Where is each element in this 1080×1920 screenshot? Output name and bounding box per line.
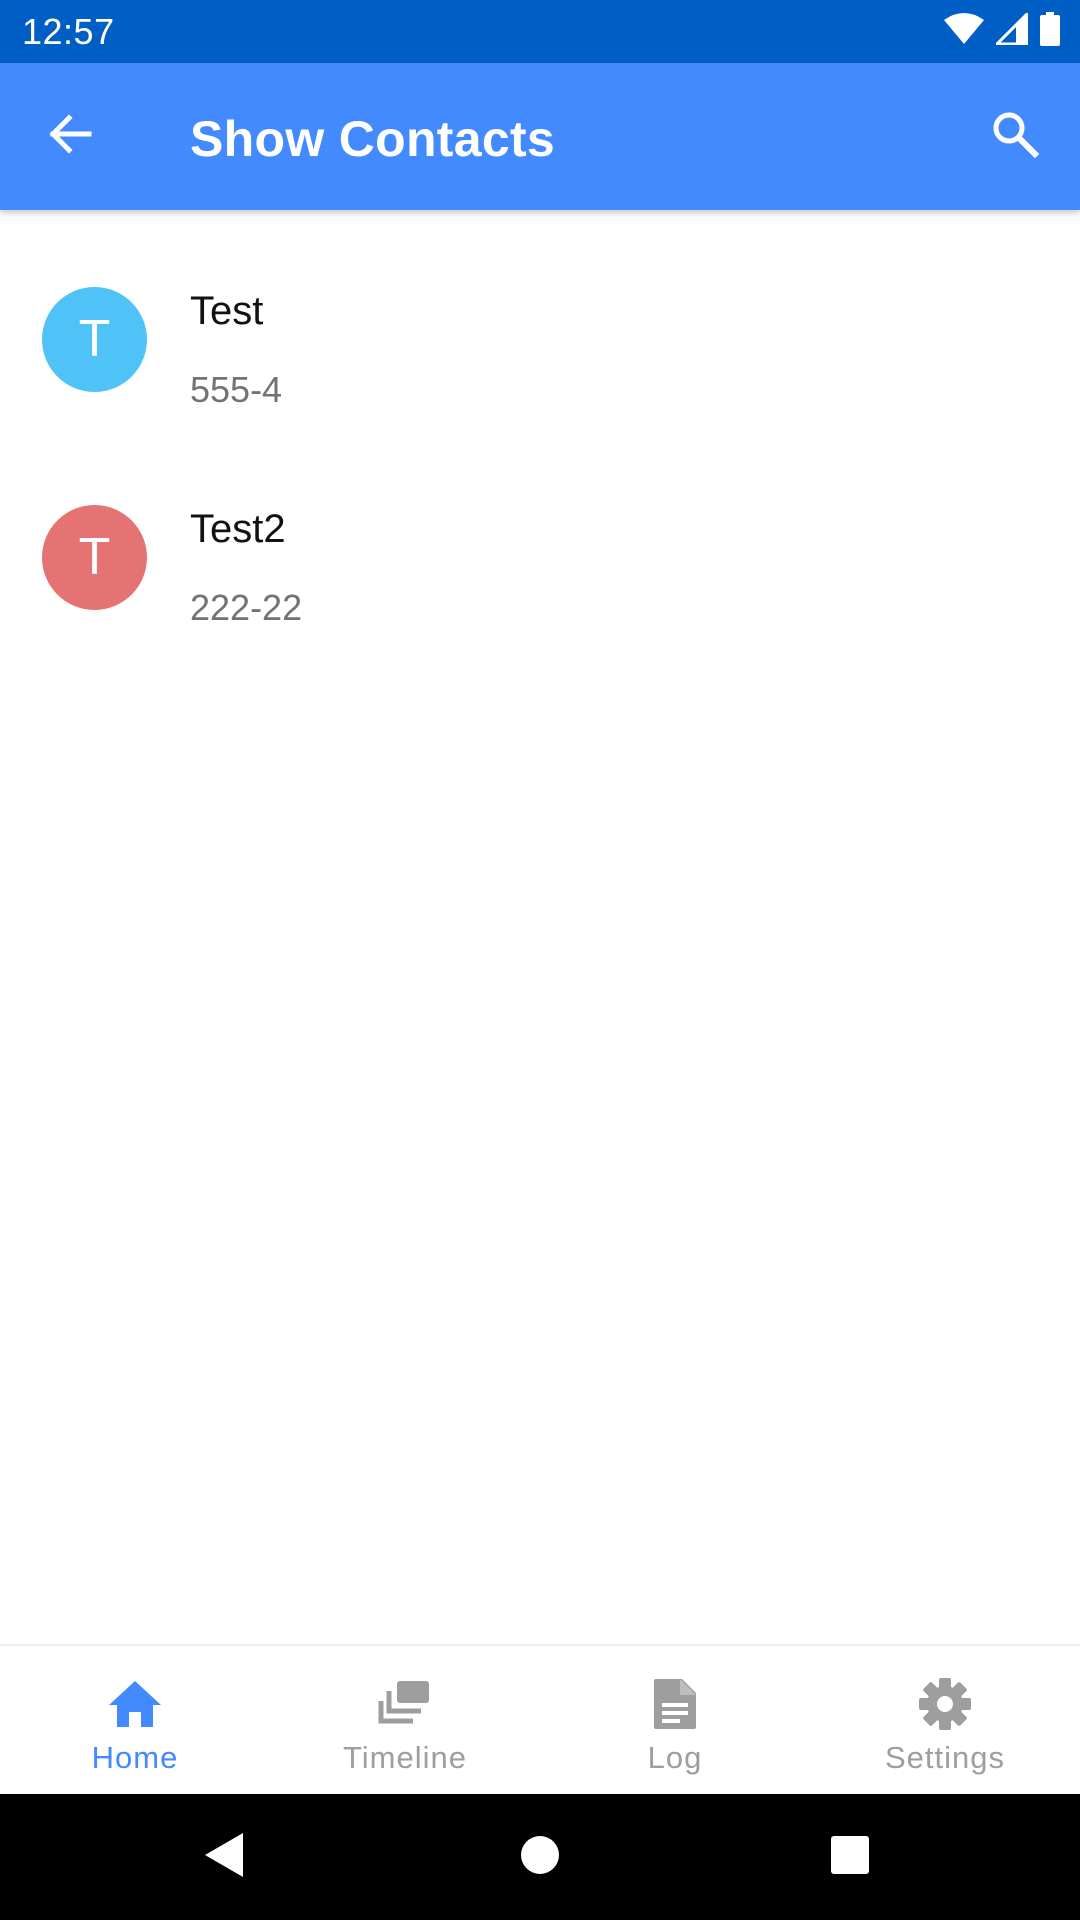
nav-item-home[interactable]: Home xyxy=(0,1646,270,1796)
system-back-button[interactable] xyxy=(195,1827,255,1887)
home-icon xyxy=(105,1674,165,1734)
back-button[interactable] xyxy=(36,103,102,169)
nav-label-home: Home xyxy=(91,1740,179,1775)
cell-signal-icon xyxy=(993,9,1029,50)
system-navigation-bar xyxy=(0,1794,1080,1920)
system-recents-button[interactable] xyxy=(820,1827,880,1887)
contact-list-item[interactable]: T Test 555-4 xyxy=(0,221,1080,439)
app-bar: Show Contacts xyxy=(0,63,1080,210)
status-bar: 12:57 xyxy=(0,0,1080,63)
contact-name: Test xyxy=(190,289,264,333)
search-button[interactable] xyxy=(982,103,1048,169)
contact-list: T Test 555-4 T Test2 222-22 xyxy=(0,210,1080,657)
nav-label-settings: Settings xyxy=(884,1740,1005,1775)
bottom-navigation: Home Timeline Log Settings xyxy=(0,1644,1080,1796)
contact-phone: 555-4 xyxy=(190,369,283,410)
nav-label-log: Log xyxy=(647,1740,703,1775)
gear-icon xyxy=(915,1674,975,1734)
status-icons xyxy=(944,9,1060,51)
contact-phone: 222-22 xyxy=(190,587,303,628)
contact-name: Test2 xyxy=(190,507,286,551)
back-triangle-icon xyxy=(203,1831,247,1884)
contact-list-item[interactable]: T Test2 222-22 xyxy=(0,439,1080,657)
nav-item-settings[interactable]: Settings xyxy=(810,1646,1080,1796)
arrow-back-icon xyxy=(45,110,93,163)
system-home-button[interactable] xyxy=(510,1827,570,1887)
avatar: T xyxy=(42,287,147,392)
document-icon xyxy=(645,1674,705,1734)
nav-label-timeline: Timeline xyxy=(343,1740,467,1775)
nav-item-log[interactable]: Log xyxy=(540,1646,810,1796)
search-icon xyxy=(990,109,1040,164)
status-time: 12:57 xyxy=(22,11,115,52)
timeline-icon xyxy=(375,1674,435,1734)
page-title: Show Contacts xyxy=(190,111,556,167)
battery-icon xyxy=(1040,11,1060,51)
nav-item-timeline[interactable]: Timeline xyxy=(270,1646,540,1796)
home-circle-icon xyxy=(519,1834,561,1881)
recents-square-icon xyxy=(829,1834,871,1881)
avatar: T xyxy=(42,505,147,610)
wifi-icon xyxy=(944,12,984,50)
